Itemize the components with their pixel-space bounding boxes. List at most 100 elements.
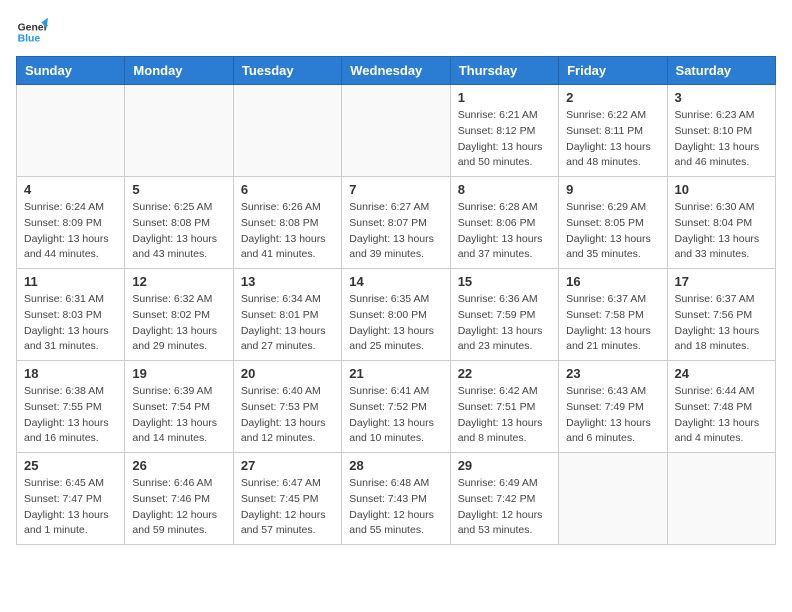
- week-row-4: 18 Sunrise: 6:38 AMSunset: 7:55 PMDayligh…: [17, 361, 776, 453]
- day-number: 11: [24, 274, 117, 289]
- calendar-cell: 9 Sunrise: 6:29 AMSunset: 8:05 PMDaylight…: [559, 177, 667, 269]
- calendar-cell: [233, 85, 341, 177]
- day-info: Sunrise: 6:47 AMSunset: 7:45 PMDaylight:…: [241, 476, 334, 539]
- day-number: 18: [24, 366, 117, 381]
- calendar-cell: 7Sunrise: 6:27 AMSunset: 8:07 PMDaylight…: [342, 177, 450, 269]
- day-info: Sunrise: 6:36 AMSunset: 7:59 PMDaylight:…: [458, 292, 551, 355]
- calendar-cell: 28 Sunrise: 6:48 AMSunset: 7:43 PMDayligh…: [342, 453, 450, 545]
- day-number: 12: [132, 274, 225, 289]
- day-number: 27: [241, 458, 334, 473]
- day-number: 19: [132, 366, 225, 381]
- calendar-cell: [559, 453, 667, 545]
- day-number: 25: [24, 458, 117, 473]
- day-info: Sunrise: 6:43 AMSunset: 7:49 PMDaylight:…: [566, 384, 659, 447]
- day-number: 26: [132, 458, 225, 473]
- weekday-header-monday: Monday: [125, 57, 233, 85]
- day-number: 2: [566, 90, 659, 105]
- page-header: General Blue: [16, 16, 776, 48]
- calendar-cell: 12 Sunrise: 6:32 AMSunset: 8:02 PMDayligh…: [125, 269, 233, 361]
- calendar-cell: 11 Sunrise: 6:31 AMSunset: 8:03 PMDayligh…: [17, 269, 125, 361]
- day-number: 8: [458, 182, 551, 197]
- weekday-header-friday: Friday: [559, 57, 667, 85]
- day-info: Sunrise: 6:37 AMSunset: 7:56 PMDaylight:…: [675, 292, 768, 355]
- day-info: Sunrise: 6:32 AMSunset: 8:02 PMDaylight:…: [132, 292, 225, 355]
- day-number: 20: [241, 366, 334, 381]
- calendar-cell: [125, 85, 233, 177]
- day-number: 17: [675, 274, 768, 289]
- calendar-cell: [17, 85, 125, 177]
- calendar-cell: 29 Sunrise: 6:49 AMSunset: 7:42 PMDayligh…: [450, 453, 558, 545]
- day-info: Sunrise: 6:42 AMSunset: 7:51 PMDaylight:…: [458, 384, 551, 447]
- week-row-3: 11 Sunrise: 6:31 AMSunset: 8:03 PMDayligh…: [17, 269, 776, 361]
- calendar-cell: 10 Sunrise: 6:30 AMSunset: 8:04 PMDayligh…: [667, 177, 775, 269]
- calendar-cell: 23 Sunrise: 6:43 AMSunset: 7:49 PMDayligh…: [559, 361, 667, 453]
- day-number: 14: [349, 274, 442, 289]
- calendar-cell: 27 Sunrise: 6:47 AMSunset: 7:45 PMDayligh…: [233, 453, 341, 545]
- day-info: Sunrise: 6:30 AMSunset: 8:04 PMDaylight:…: [675, 200, 768, 263]
- calendar-cell: 5 Sunrise: 6:25 AMSunset: 8:08 PMDaylight…: [125, 177, 233, 269]
- day-info: Sunrise: 6:40 AMSunset: 7:53 PMDaylight:…: [241, 384, 334, 447]
- calendar-cell: [342, 85, 450, 177]
- calendar-cell: 20 Sunrise: 6:40 AMSunset: 7:53 PMDayligh…: [233, 361, 341, 453]
- day-info: Sunrise: 6:34 AMSunset: 8:01 PMDaylight:…: [241, 292, 334, 355]
- day-number: 3: [675, 90, 768, 105]
- day-number: 5: [132, 182, 225, 197]
- day-info: Sunrise: 6:35 AMSunset: 8:00 PMDaylight:…: [349, 292, 442, 355]
- weekday-header-sunday: Sunday: [17, 57, 125, 85]
- calendar-cell: [667, 453, 775, 545]
- day-number: 21: [349, 366, 442, 381]
- day-number: 28: [349, 458, 442, 473]
- calendar-cell: 2Sunrise: 6:22 AMSunset: 8:11 PMDaylight…: [559, 85, 667, 177]
- day-info: Sunrise: 6:49 AMSunset: 7:42 PMDaylight:…: [458, 476, 551, 539]
- calendar-cell: 1 Sunrise: 6:21 AMSunset: 8:12 PMDaylight…: [450, 85, 558, 177]
- day-info: Sunrise: 6:38 AMSunset: 7:55 PMDaylight:…: [24, 384, 117, 447]
- day-info: Sunrise: 6:41 AMSunset: 7:52 PMDaylight:…: [349, 384, 442, 447]
- day-number: 6: [241, 182, 334, 197]
- calendar-header-row: SundayMondayTuesdayWednesdayThursdayFrid…: [17, 57, 776, 85]
- day-info: Sunrise: 6:26 AMSunset: 8:08 PMDaylight:…: [241, 200, 334, 263]
- day-number: 22: [458, 366, 551, 381]
- day-info: Sunrise: 6:31 AMSunset: 8:03 PMDaylight:…: [24, 292, 117, 355]
- calendar-cell: 3 Sunrise: 6:23 AMSunset: 8:10 PMDaylight…: [667, 85, 775, 177]
- calendar-cell: 19 Sunrise: 6:39 AMSunset: 7:54 PMDayligh…: [125, 361, 233, 453]
- day-number: 4: [24, 182, 117, 197]
- weekday-header-thursday: Thursday: [450, 57, 558, 85]
- calendar-cell: 6 Sunrise: 6:26 AMSunset: 8:08 PMDaylight…: [233, 177, 341, 269]
- day-info: Sunrise: 6:39 AMSunset: 7:54 PMDaylight:…: [132, 384, 225, 447]
- day-info: Sunrise: 6:29 AMSunset: 8:05 PMDaylight:…: [566, 200, 659, 263]
- calendar-cell: 14 Sunrise: 6:35 AMSunset: 8:00 PMDayligh…: [342, 269, 450, 361]
- day-info: Sunrise: 6:25 AMSunset: 8:08 PMDaylight:…: [132, 200, 225, 263]
- day-number: 29: [458, 458, 551, 473]
- weekday-header-wednesday: Wednesday: [342, 57, 450, 85]
- day-info: Sunrise: 6:23 AMSunset: 8:10 PMDaylight:…: [675, 108, 768, 171]
- day-number: 15: [458, 274, 551, 289]
- weekday-header-tuesday: Tuesday: [233, 57, 341, 85]
- day-number: 23: [566, 366, 659, 381]
- calendar-cell: 25 Sunrise: 6:45 AMSunset: 7:47 PMDayligh…: [17, 453, 125, 545]
- day-info: Sunrise: 6:37 AMSunset: 7:58 PMDaylight:…: [566, 292, 659, 355]
- calendar-cell: 17 Sunrise: 6:37 AMSunset: 7:56 PMDayligh…: [667, 269, 775, 361]
- logo-icon: General Blue: [16, 16, 48, 48]
- calendar-cell: 16 Sunrise: 6:37 AMSunset: 7:58 PMDayligh…: [559, 269, 667, 361]
- calendar-cell: 21 Sunrise: 6:41 AMSunset: 7:52 PMDayligh…: [342, 361, 450, 453]
- calendar-cell: 24 Sunrise: 6:44 AMSunset: 7:48 PMDayligh…: [667, 361, 775, 453]
- day-number: 16: [566, 274, 659, 289]
- day-number: 13: [241, 274, 334, 289]
- week-row-5: 25 Sunrise: 6:45 AMSunset: 7:47 PMDayligh…: [17, 453, 776, 545]
- day-number: 9: [566, 182, 659, 197]
- day-info: Sunrise: 6:48 AMSunset: 7:43 PMDaylight:…: [349, 476, 442, 539]
- day-info: Sunrise: 6:21 AMSunset: 8:12 PMDaylight:…: [458, 108, 551, 171]
- day-number: 10: [675, 182, 768, 197]
- calendar-cell: 22 Sunrise: 6:42 AMSunset: 7:51 PMDayligh…: [450, 361, 558, 453]
- svg-text:Blue: Blue: [18, 34, 41, 45]
- weekday-header-saturday: Saturday: [667, 57, 775, 85]
- day-number: 1: [458, 90, 551, 105]
- day-number: 24: [675, 366, 768, 381]
- day-info: Sunrise: 6:27 AMSunset: 8:07 PMDaylight:…: [349, 200, 442, 263]
- logo: General Blue: [16, 16, 48, 48]
- week-row-1: 1 Sunrise: 6:21 AMSunset: 8:12 PMDaylight…: [17, 85, 776, 177]
- day-info: Sunrise: 6:44 AMSunset: 7:48 PMDaylight:…: [675, 384, 768, 447]
- calendar-cell: 18 Sunrise: 6:38 AMSunset: 7:55 PMDayligh…: [17, 361, 125, 453]
- day-info: Sunrise: 6:46 AMSunset: 7:46 PMDaylight:…: [132, 476, 225, 539]
- day-info: Sunrise: 6:45 AMSunset: 7:47 PMDaylight:…: [24, 476, 117, 539]
